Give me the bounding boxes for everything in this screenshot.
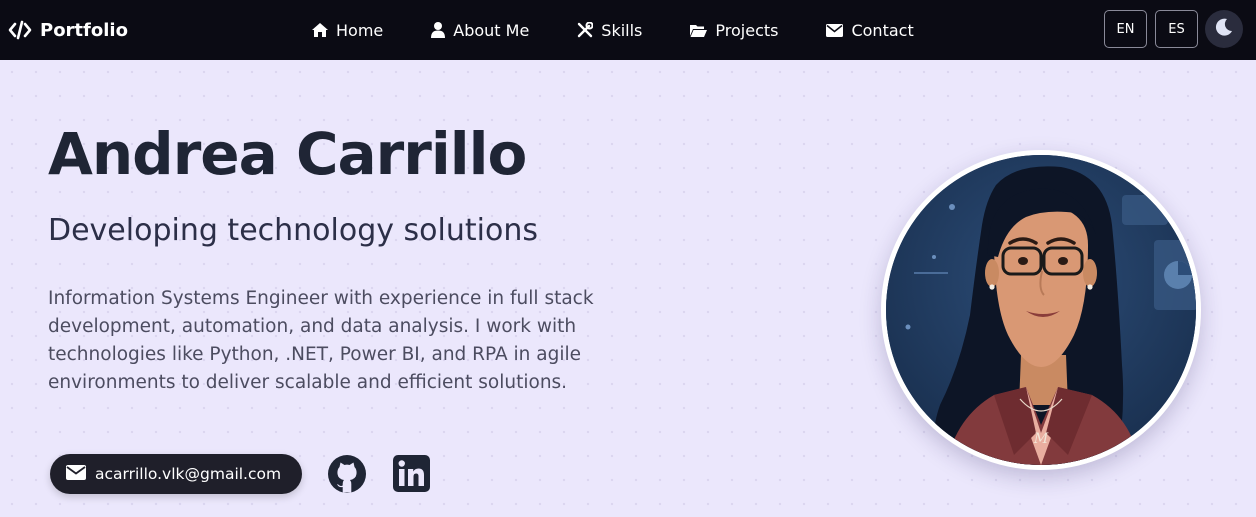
nav-item-label: Skills [601,20,643,40]
nav-item-label: Projects [715,20,779,40]
github-link[interactable] [327,454,367,494]
linkedin-icon [393,455,430,496]
nav-item-about[interactable]: About Me [431,21,529,40]
nav-item-contact[interactable]: Contact [826,20,914,40]
tools-icon [577,22,594,38]
envelope-icon [826,23,844,37]
folder-open-icon [690,24,708,37]
nav-item-label: About Me [453,20,530,40]
avatar: M [881,150,1201,470]
nav-links: Home About Me Skills Projects Contact [312,0,962,60]
hero-tagline: Developing technology solutions [48,213,538,248]
nav-item-skills[interactable]: Skills [577,21,642,40]
nav-item-projects[interactable]: Projects [690,21,778,40]
theme-toggle-button[interactable] [1205,10,1243,48]
moon-icon [1214,17,1234,41]
svg-text:M: M [1033,431,1049,447]
language-en-button[interactable]: EN [1104,10,1147,48]
user-icon [431,22,446,38]
hero-name: Andrea Carrillo [48,120,527,188]
brand[interactable]: Portfolio [8,0,128,60]
email-button[interactable]: acarrillo.vlk@gmail.com [50,454,302,494]
hero-description: Information Systems Engineer with experi… [48,288,594,393]
brand-label: Portfolio [40,19,128,41]
linkedin-link[interactable] [393,455,430,492]
code-icon [8,20,32,40]
nav-item-home[interactable]: Home [312,21,383,40]
envelope-icon [66,464,86,484]
nav-item-label: Contact [851,20,914,40]
email-label: acarrillo.vlk@gmail.com [95,465,282,483]
language-es-button[interactable]: ES [1155,10,1198,48]
github-icon [327,455,367,498]
navbar: Portfolio Home About Me Skills Projects … [0,0,1256,60]
hero-section: Andrea Carrillo Developing technology so… [0,60,1256,517]
nav-item-label: Home [336,20,384,40]
home-icon [312,23,328,37]
